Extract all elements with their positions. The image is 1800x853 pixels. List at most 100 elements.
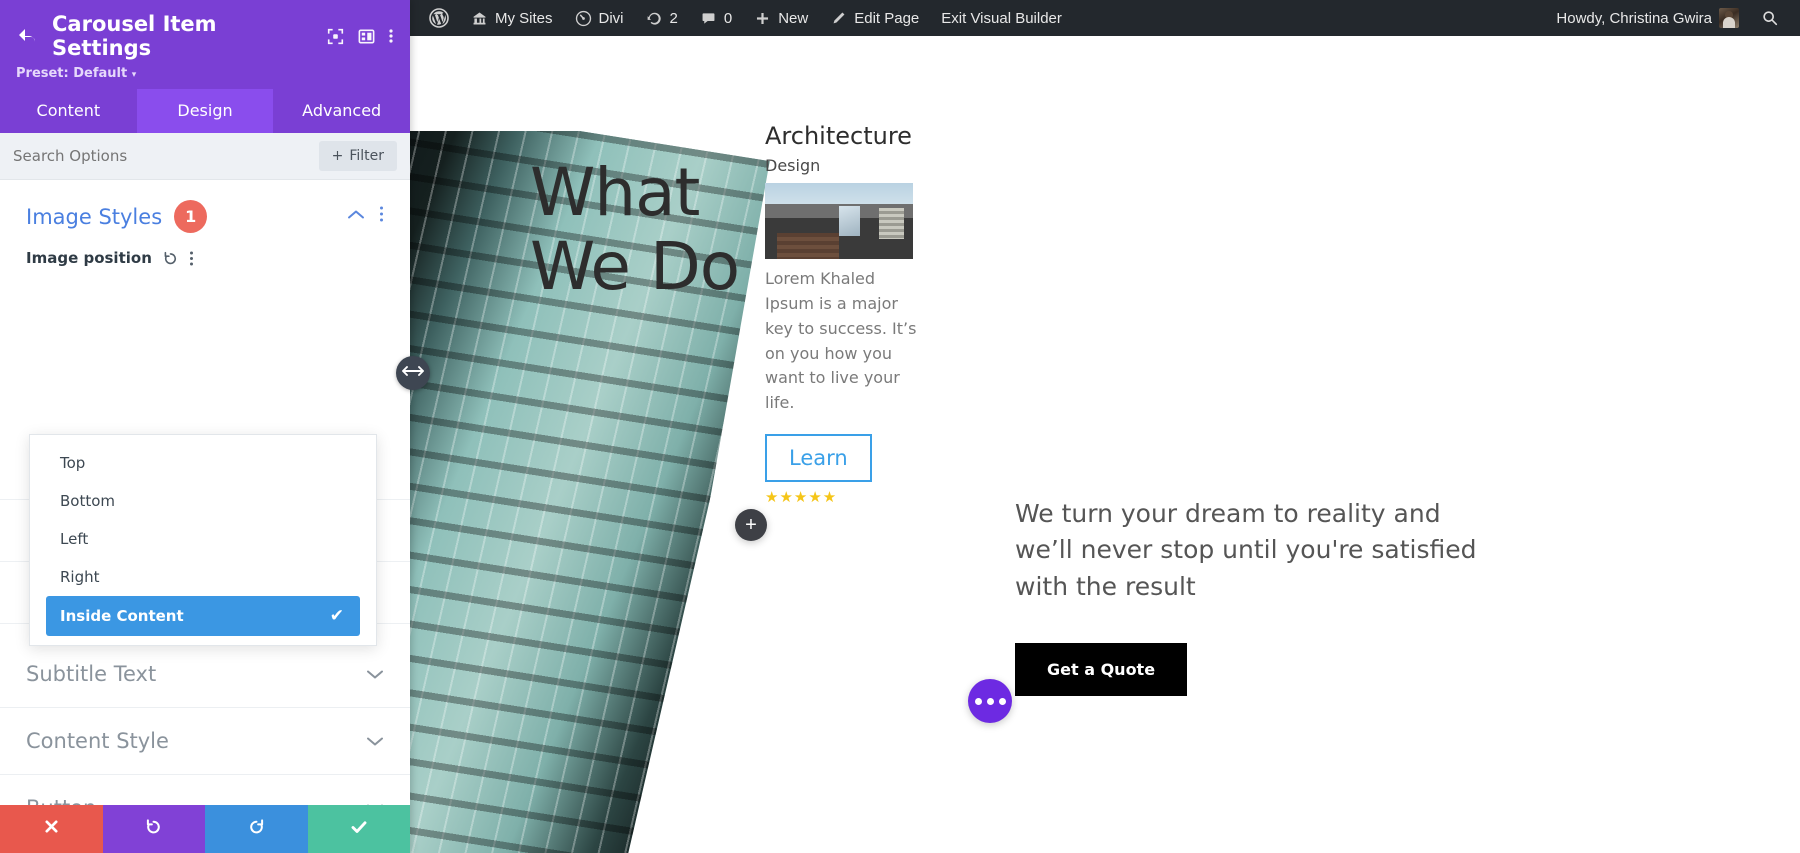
section-label: Subtitle Text (26, 662, 157, 686)
section-button[interactable]: Button (0, 775, 410, 805)
edit-page-label: Edit Page (854, 9, 920, 27)
check-icon: ✔ (329, 606, 344, 626)
wordpress-admin-bar: My Sites Divi 2 0 New Edit Page Exit Vis… (410, 0, 1800, 36)
avatar (1719, 8, 1739, 28)
resize-horizontal-icon (402, 364, 424, 382)
card-title: Architecture (765, 122, 912, 150)
screen: What We Do Architecture Design Lorem Kha… (0, 0, 1800, 853)
kebab-menu-icon[interactable] (189, 250, 194, 267)
card-star-rating: ★★★★★ (765, 488, 838, 506)
promo-copy-block: We turn your dream to reality and we’ll … (1015, 496, 1485, 696)
chevron-down-icon: ▾ (131, 70, 137, 80)
option-label: Inside Content (60, 607, 184, 625)
layout-toggle-icon[interactable] (357, 27, 376, 46)
option-label: Left (60, 530, 89, 548)
collapsed-sections: Subtitle Text Content Style Button (0, 641, 410, 805)
exit-visual-builder-button[interactable]: Exit Visual Builder (930, 0, 1073, 36)
my-sites-menu[interactable]: My Sites (460, 0, 564, 36)
get-a-quote-button[interactable]: Get a Quote (1015, 642, 1188, 696)
kebab-menu-icon[interactable] (379, 205, 384, 228)
image-position-dropdown: Top Bottom Left Right Inside Content ✔ (29, 434, 377, 646)
panel-body: Image Styles 1 Image position Top Bottom… (0, 180, 410, 805)
new-content-menu[interactable]: New (743, 0, 819, 36)
pencil-icon (830, 10, 847, 27)
plus-icon (754, 10, 771, 27)
tab-content[interactable]: Content (0, 89, 137, 133)
image-position-field: Image position (0, 233, 410, 267)
section-content-style[interactable]: Content Style (0, 708, 410, 775)
group-title-label: Image Styles (26, 204, 163, 229)
comments-count: 0 (723, 9, 733, 27)
reset-icon[interactable] (162, 250, 179, 267)
divi-dashboard-icon (575, 10, 592, 27)
redo-icon (247, 817, 266, 841)
status-badge: 1 (174, 200, 208, 233)
section-subtitle-text[interactable]: Subtitle Text (0, 641, 410, 708)
dropdown-option-inside-content[interactable]: Inside Content ✔ (46, 596, 360, 636)
preset-selector[interactable]: Preset: Default ▾ (16, 66, 394, 81)
dropdown-option-top[interactable]: Top (30, 444, 376, 482)
hero-headline: What We Do (530, 154, 740, 305)
builder-menu-button[interactable] (968, 679, 1012, 723)
tab-advanced[interactable]: Advanced (273, 89, 410, 133)
updates-menu[interactable]: 2 (635, 0, 689, 36)
exit-visual-builder-label: Exit Visual Builder (941, 9, 1062, 27)
group-header[interactable]: Image Styles 1 (26, 200, 347, 233)
updates-count: 2 (669, 9, 678, 27)
search-input[interactable] (13, 147, 319, 165)
chevron-up-icon[interactable] (347, 208, 365, 226)
wordpress-icon (429, 8, 449, 28)
ellipsis-icon (972, 692, 1008, 710)
save-button[interactable] (307, 805, 410, 853)
add-module-button[interactable]: + (735, 509, 767, 541)
card-image (765, 183, 913, 260)
account-menu[interactable]: Howdy, Christina Gwira (1545, 0, 1750, 36)
dropdown-option-left[interactable]: Left (30, 520, 376, 558)
close-icon (43, 818, 60, 840)
panel-resize-handle[interactable] (396, 356, 430, 390)
carousel-item-card: Architecture Design Lorem Khaled Ipsum i… (765, 121, 925, 506)
field-label: Image position (26, 249, 152, 267)
back-arrow-icon[interactable] (16, 26, 40, 46)
comments-icon (700, 10, 717, 27)
tab-design[interactable]: Design (136, 89, 274, 133)
hero-headline-line2: We Do (530, 227, 740, 305)
plus-icon: + (745, 514, 757, 536)
dropdown-option-right[interactable]: Right (30, 558, 376, 596)
page-title: Carousel Item Settings (52, 12, 217, 60)
undo-button[interactable] (102, 805, 205, 853)
wordpress-logo-button[interactable] (418, 0, 460, 36)
plus-icon: + (331, 148, 344, 164)
filter-button[interactable]: + Filter (318, 141, 397, 171)
divi-menu[interactable]: Divi (564, 0, 635, 36)
learn-button[interactable]: Learn (765, 433, 872, 482)
new-label: New (778, 9, 809, 27)
panel-header: Carousel Item Settings Preset: Default ▾ (0, 0, 410, 89)
panel-tabs: Content Design Advanced (0, 89, 410, 133)
chevron-down-icon (366, 802, 384, 805)
check-icon (349, 817, 369, 842)
hero-headline-line1: What (530, 154, 700, 231)
edit-page-menu[interactable]: Edit Page (819, 0, 930, 36)
card-body-text: Lorem Khaled Ipsum is a major key to suc… (765, 269, 917, 413)
option-label: Top (60, 454, 86, 472)
search-button[interactable] (1750, 0, 1790, 36)
search-icon (1761, 9, 1779, 27)
dropdown-option-bottom[interactable]: Bottom (30, 482, 376, 520)
kebab-menu-icon[interactable] (388, 26, 394, 46)
chevron-down-icon (366, 668, 384, 680)
option-label: Right (60, 568, 100, 586)
search-bar: + Filter (0, 133, 410, 180)
promo-headline: We turn your dream to reality and we’ll … (1015, 499, 1477, 601)
module-settings-panel: Carousel Item Settings Preset: Default ▾… (0, 0, 410, 853)
sites-icon (471, 10, 488, 27)
divi-label: Divi (598, 9, 624, 27)
fullscreen-icon[interactable] (326, 27, 345, 46)
cancel-button[interactable] (0, 805, 103, 853)
comments-menu[interactable]: 0 (689, 0, 743, 36)
option-label: Bottom (60, 492, 116, 510)
updates-icon (646, 10, 663, 27)
chevron-down-icon (366, 735, 384, 747)
section-label: Button (26, 796, 96, 805)
redo-button[interactable] (205, 805, 308, 853)
